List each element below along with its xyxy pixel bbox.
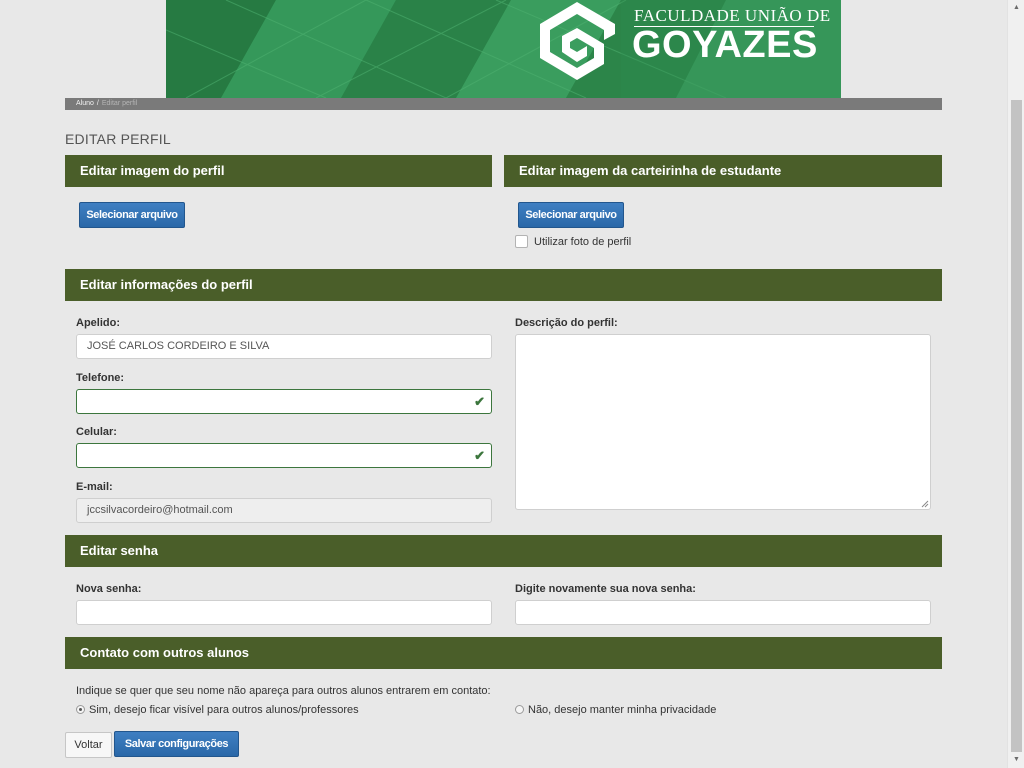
- phone-valid-check-icon: ✔: [474, 394, 485, 409]
- scroll-down-icon[interactable]: ▼: [1008, 752, 1024, 768]
- breadcrumb-separator: /: [96, 100, 99, 107]
- email-value: jccsilvacordeiro@hotmail.com: [87, 504, 233, 516]
- card-image-heading: Editar imagem da carteirinha de estudant…: [504, 155, 942, 187]
- brand-title: GOYAZES: [632, 24, 818, 66]
- email-label: E-mail:: [76, 481, 113, 493]
- nickname-input[interactable]: JOSÉ CARLOS CORDEIRO E SILVA: [76, 334, 492, 359]
- breadcrumb-link-aluno[interactable]: Aluno: [76, 100, 94, 107]
- save-settings-button[interactable]: Salvar configurações: [114, 731, 239, 757]
- email-input: jccsilvacordeiro@hotmail.com: [76, 498, 492, 523]
- contact-question: Indique se quer que seu nome não apareça…: [76, 685, 491, 697]
- visible-radio[interactable]: [76, 705, 85, 714]
- select-profile-image-button[interactable]: Selecionar arquivo: [79, 202, 185, 228]
- breadcrumb-current: Editar perfil: [101, 100, 138, 107]
- breadcrumb: Aluno / Editar perfil: [65, 98, 942, 110]
- confirm-password-input[interactable]: [515, 600, 931, 625]
- brand-subtitle: FACULDADE UNIÃO DE: [634, 6, 831, 25]
- profile-image-heading: Editar imagem do perfil: [65, 155, 492, 187]
- visible-radio-label[interactable]: Sim, desejo ficar visível para outros al…: [89, 704, 359, 716]
- new-password-input[interactable]: [76, 600, 492, 625]
- phone-label: Telefone:: [76, 372, 125, 384]
- profile-info-heading: Editar informações do perfil: [65, 269, 942, 301]
- vertical-scrollbar[interactable]: ▲ ▼: [1007, 0, 1024, 768]
- mobile-input[interactable]: ✔: [76, 443, 492, 468]
- password-heading: Editar senha: [65, 535, 942, 567]
- contact-heading: Contato com outros alunos: [65, 637, 942, 669]
- private-radio[interactable]: [515, 705, 524, 714]
- back-button[interactable]: Voltar: [65, 732, 112, 758]
- scroll-up-icon[interactable]: ▲: [1008, 0, 1024, 16]
- nickname-label: Apelido:: [76, 317, 120, 329]
- confirm-password-label: Digite novamente sua nova senha:: [515, 583, 696, 595]
- scrollbar-thumb[interactable]: [1011, 100, 1022, 752]
- mobile-label: Celular:: [76, 426, 117, 438]
- nickname-value: JOSÉ CARLOS CORDEIRO E SILVA: [87, 340, 270, 352]
- use-profile-photo-checkbox[interactable]: [515, 235, 528, 248]
- new-password-label: Nova senha:: [76, 583, 142, 595]
- resize-grip-icon[interactable]: [921, 500, 929, 508]
- use-profile-photo-label: Utilizar foto de perfil: [534, 236, 632, 248]
- description-label: Descrição do perfil:: [515, 317, 618, 329]
- description-textarea[interactable]: [515, 334, 931, 510]
- logo-icon: [540, 2, 615, 80]
- phone-input[interactable]: ✔: [76, 389, 492, 414]
- private-radio-label[interactable]: Não, desejo manter minha privacidade: [528, 704, 716, 716]
- select-card-image-button[interactable]: Selecionar arquivo: [518, 202, 624, 228]
- mobile-valid-check-icon: ✔: [474, 448, 485, 463]
- page-title: EDITAR PERFIL: [65, 131, 171, 147]
